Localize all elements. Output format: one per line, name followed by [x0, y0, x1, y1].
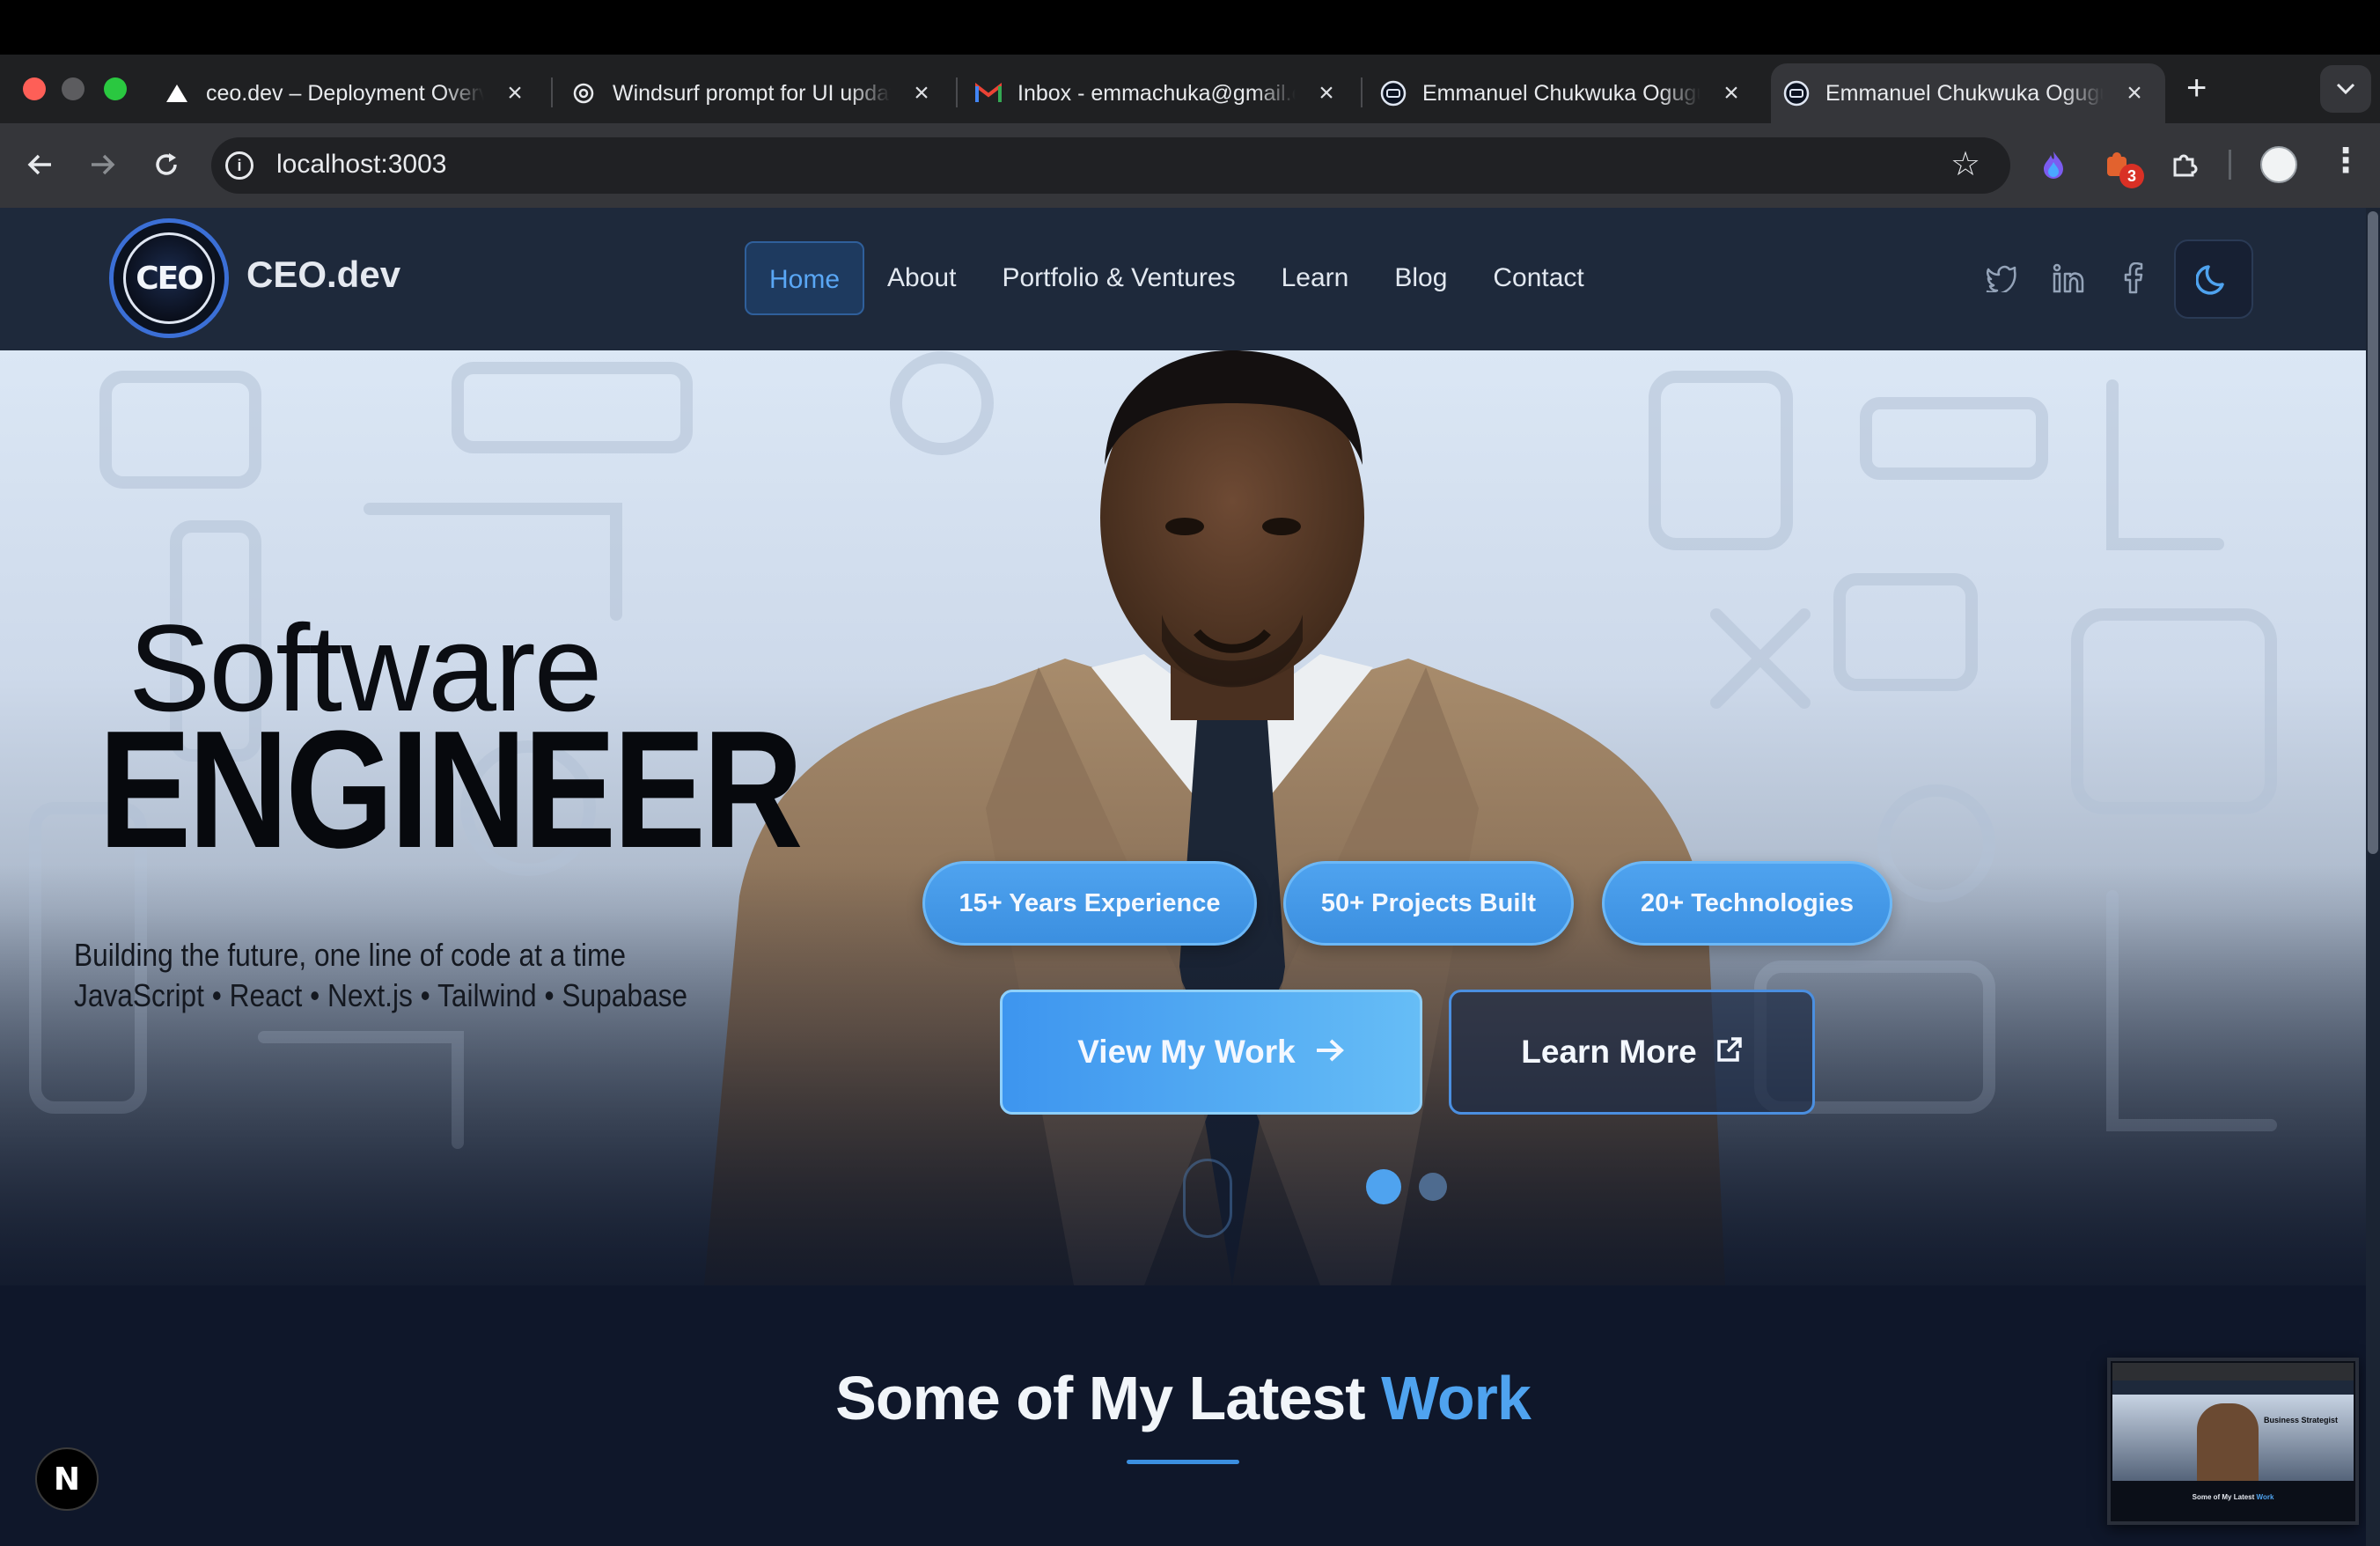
tab-close-icon[interactable]: ×	[908, 78, 935, 108]
openai-icon	[570, 80, 597, 107]
stat-pill-projects: 50+ Projects Built	[1283, 861, 1574, 946]
nav-home[interactable]: Home	[745, 241, 865, 315]
menu-bar-strip	[0, 0, 2380, 55]
linkedin-icon[interactable]	[2051, 261, 2086, 296]
page-preview-thumbnail[interactable]: Business Strategist Some of My Latest Wo…	[2107, 1358, 2359, 1525]
scroll-mouse-icon	[1183, 1159, 1232, 1238]
theme-toggle-button[interactable]	[2174, 239, 2253, 319]
browser-tab[interactable]: Emmanuel Chukwuka Ogugua ×	[1380, 63, 1750, 123]
tab-title: Windsurf prompt for UI update	[613, 80, 891, 106]
stat-pill-technologies: 20+ Technologies	[1602, 861, 1892, 946]
site-brand[interactable]: CEO.dev	[246, 254, 400, 296]
preview-chrome	[2112, 1363, 2354, 1380]
preview-person	[2197, 1403, 2259, 1481]
address-url[interactable]: localhost:3003	[276, 150, 446, 180]
site-nav-links: Home About Portfolio & Ventures Learn Bl…	[745, 241, 1607, 315]
nav-blog[interactable]: Blog	[1371, 241, 1470, 315]
tab-title: ceo.dev – Deployment Overview	[206, 80, 484, 106]
tab-close-icon[interactable]: ×	[502, 78, 528, 108]
reload-icon[interactable]	[144, 143, 188, 187]
logo-text: CEO	[123, 232, 215, 324]
page-viewport: CEO CEO.dev Home About Portfolio & Ventu…	[0, 208, 2380, 1546]
toolbar-separator	[2229, 150, 2231, 180]
tab-separator	[1361, 77, 1363, 107]
gmail-icon	[975, 80, 1002, 107]
hero-tagline: Building the future, one line of code at…	[74, 937, 626, 973]
preview-footer: Some of My Latest Work	[2111, 1493, 2355, 1501]
site-navbar: CEO CEO.dev Home About Portfolio & Ventu…	[0, 208, 2366, 350]
browser-tab[interactable]: ceo.dev – Deployment Overview ×	[164, 63, 533, 123]
tab-close-icon[interactable]: ×	[2121, 78, 2148, 108]
hero-title-line2: ENGINEER	[99, 696, 803, 883]
tab-title: Inbox - emmachuka@gmail.com	[1017, 80, 1296, 106]
tab-separator	[956, 77, 958, 107]
flame-extension-icon[interactable]	[2033, 144, 2074, 185]
browser-tab[interactable]: Windsurf prompt for UI update ×	[570, 63, 940, 123]
nav-about[interactable]: About	[864, 241, 979, 315]
twitter-icon[interactable]	[1984, 261, 2019, 296]
external-link-icon	[1716, 1034, 1743, 1071]
forward-arrow-icon[interactable]	[81, 143, 125, 187]
nav-contact[interactable]: Contact	[1470, 241, 1606, 315]
tab-title: Emmanuel Chukwuka Ogugua	[1825, 80, 2104, 106]
tab-close-icon[interactable]: ×	[1313, 78, 1340, 108]
page-scrollbar-thumb[interactable]	[2368, 211, 2378, 854]
moon-icon	[2196, 265, 2224, 295]
carousel-dot[interactable]	[1419, 1173, 1447, 1201]
tab-title: Emmanuel Chukwuka Ogugua	[1422, 80, 1701, 106]
browser-tab[interactable]: Inbox - emmachuka@gmail.com ×	[975, 63, 1345, 123]
extension-badge-count: 3	[2119, 164, 2144, 188]
arrow-right-icon	[1315, 1034, 1345, 1071]
ceo-logo-icon	[1783, 80, 1810, 107]
preview-footer-accent: Work	[2256, 1493, 2274, 1501]
tab-close-icon[interactable]: ×	[1718, 78, 1745, 108]
back-arrow-icon[interactable]	[18, 143, 62, 187]
nav-portfolio-ventures[interactable]: Portfolio & Ventures	[979, 241, 1258, 315]
view-my-work-button[interactable]: View My Work	[1000, 990, 1422, 1115]
site-logo[interactable]: CEO	[109, 218, 229, 338]
browser-menu-icon[interactable]: ⋮	[2329, 141, 2362, 180]
bookmark-star-icon[interactable]: ☆	[1950, 144, 1980, 184]
view-my-work-label: View My Work	[1077, 1034, 1296, 1070]
window-zoom-button[interactable]	[104, 77, 127, 100]
window-close-button[interactable]	[23, 77, 46, 100]
ceo-logo-icon	[1380, 80, 1407, 107]
hero-subtitle: Building the future, one line of code at…	[74, 935, 687, 1016]
facebook-icon[interactable]	[2116, 261, 2151, 296]
latest-work-heading-main: Some of My Latest	[835, 1364, 1365, 1432]
tab-search-chevron-icon[interactable]	[2320, 65, 2371, 113]
carousel-dot-active[interactable]	[1366, 1169, 1401, 1204]
learn-more-label: Learn More	[1521, 1034, 1697, 1070]
site-info-icon[interactable]: i	[225, 151, 253, 180]
extensions-puzzle-icon[interactable]	[2163, 144, 2204, 185]
browser-tab-active[interactable]: Emmanuel Chukwuka Ogugua ×	[1771, 63, 2165, 123]
latest-work-heading: Some of My Latest Work	[0, 1363, 2366, 1433]
preview-nav	[2112, 1380, 2354, 1395]
vercel-triangle-icon	[164, 80, 190, 107]
learn-more-button[interactable]: Learn More	[1449, 990, 1815, 1115]
address-bar[interactable]	[211, 137, 2010, 194]
nav-learn[interactable]: Learn	[1259, 241, 1372, 315]
hero-section: Software ENGINEER Building the future, o…	[0, 350, 2366, 1285]
new-tab-icon[interactable]: +	[2186, 69, 2207, 108]
tab-separator	[551, 77, 553, 107]
hero-stack: JavaScript • React • Next.js • Tailwind …	[74, 977, 688, 1013]
profile-avatar[interactable]	[2260, 146, 2297, 183]
preview-footer-main: Some of My Latest	[2192, 1493, 2255, 1501]
preview-title: Business Strategist	[2264, 1416, 2339, 1425]
heading-underline	[1127, 1460, 1239, 1464]
nextjs-devtools-button[interactable]: N	[35, 1447, 99, 1511]
latest-work-heading-accent: Work	[1381, 1364, 1532, 1432]
window-minimize-button[interactable]	[62, 77, 84, 100]
screen: ceo.dev – Deployment Overview × Windsurf…	[0, 0, 2380, 1546]
stat-pill-experience: 15+ Years Experience	[922, 861, 1257, 946]
